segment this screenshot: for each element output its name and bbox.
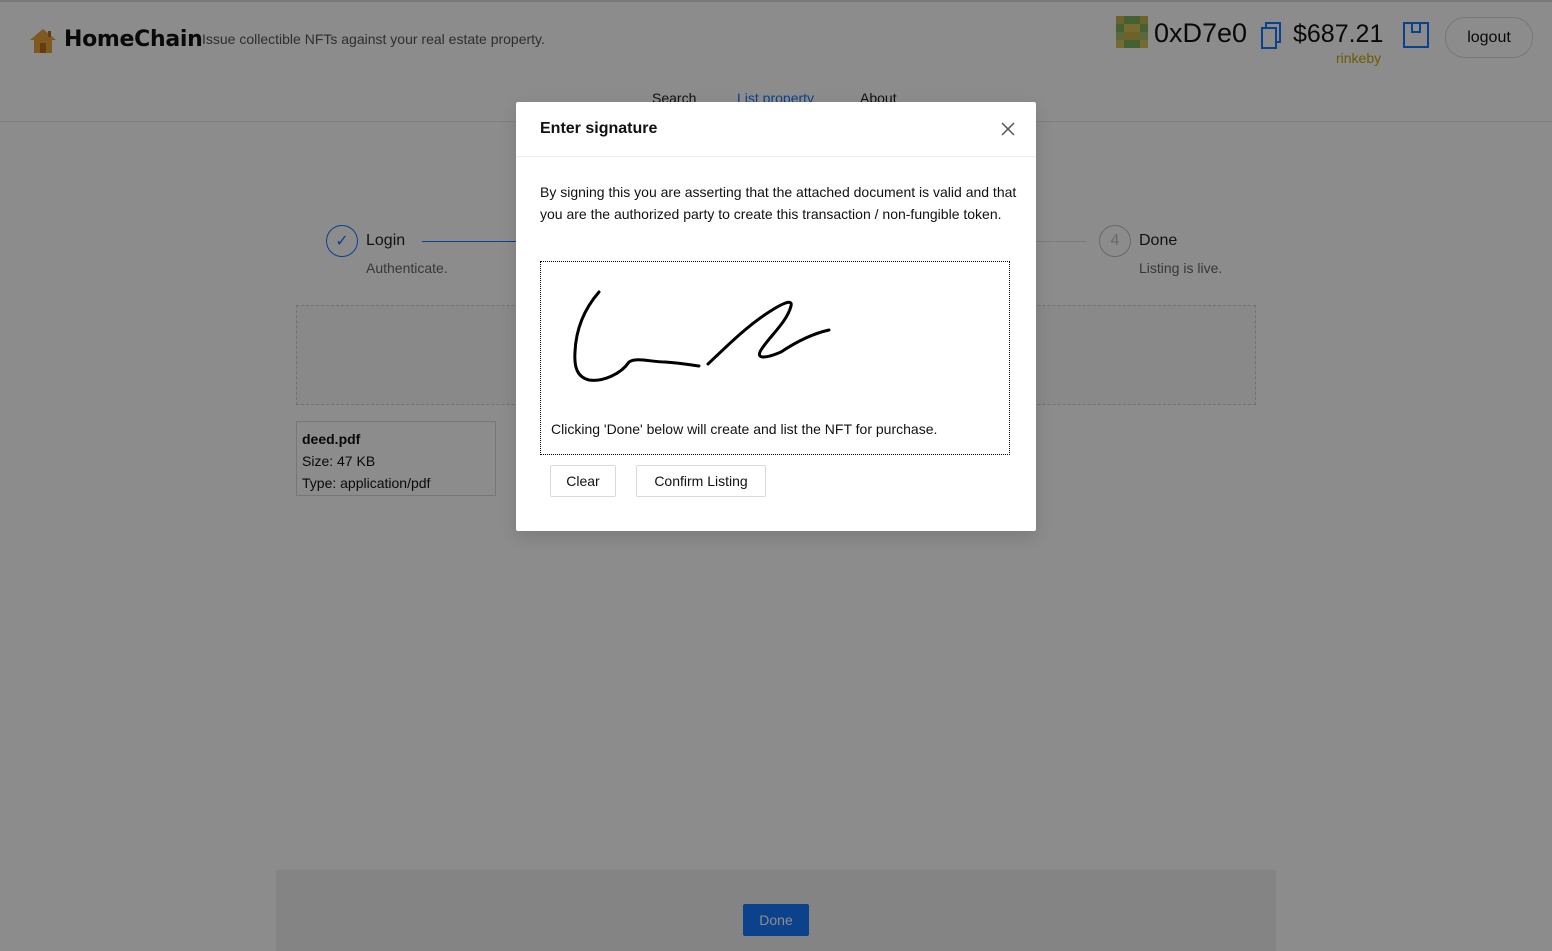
signature-disclaimer: By signing this you are asserting that t…: [540, 184, 1017, 222]
signature-modal: Enter signature By signing this you are …: [516, 102, 1036, 531]
signature-pad[interactable]: Clicking 'Done' below will create and li…: [540, 261, 1010, 455]
close-icon[interactable]: [998, 119, 1018, 139]
modal-title: Enter signature: [540, 120, 658, 137]
clear-button[interactable]: Clear: [550, 465, 616, 497]
confirm-listing-button[interactable]: Confirm Listing: [636, 465, 766, 497]
modal-header: Enter signature: [516, 102, 1036, 157]
signature-note: Clicking 'Done' below will create and li…: [551, 421, 938, 437]
signature-stroke: [573, 290, 831, 382]
